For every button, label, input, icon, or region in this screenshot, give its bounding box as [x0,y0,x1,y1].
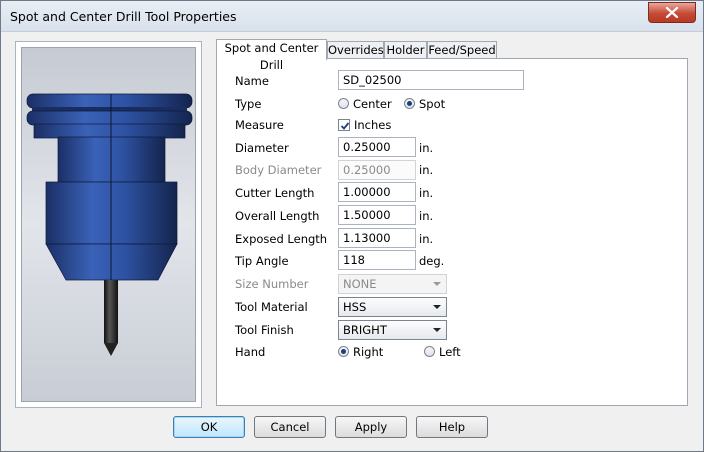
tool-shank [104,280,118,343]
cutter-length-label: Cutter Length [235,186,315,200]
window-title: Spot and Center Drill Tool Properties [10,9,237,24]
cutter-length-unit: in. [419,186,434,200]
body-diameter-input: 0.25000 [338,160,416,180]
properties-panel: Name SD_02500 Type Center Spot Measure I… [216,58,688,406]
name-label: Name [235,74,269,88]
size-number-select: NONE [338,274,447,294]
size-number-value: NONE [343,277,377,291]
hand-left-label: Left [439,345,461,359]
exposed-length-input[interactable]: 1.13000 [338,228,416,248]
tab-feed-speed[interactable]: Feed/Speed [427,41,497,58]
exposed-length-unit: in. [419,232,434,246]
tool-finish-label: Tool Finish [235,323,294,337]
exposed-length-label: Exposed Length [235,232,328,246]
diameter-label: Diameter [235,141,289,155]
checkmark-icon [340,122,350,130]
tool-preview-frame [15,41,202,408]
body-diameter-label: Body Diameter [235,163,322,177]
tip-angle-unit: deg. [419,254,445,268]
tool-preview [21,47,196,402]
tool-material-value: HSS [343,300,367,314]
title-bar[interactable]: Spot and Center Drill Tool Properties [1,1,703,32]
tool-material-label: Tool Material [235,300,308,314]
hand-right-radio[interactable] [338,346,349,357]
type-spot-label: Spot [419,97,446,111]
tab-holder[interactable]: Holder [384,41,427,58]
measure-label: Measure [235,118,284,132]
tool-flange-top [26,93,193,109]
tool-finish-value: BRIGHT [343,323,387,337]
type-spot-radio[interactable] [404,98,415,109]
hand-right-label: Right [353,345,384,359]
help-button[interactable]: Help [416,416,488,438]
spot-drill-tool-illustration [26,93,193,356]
type-label: Type [235,97,262,111]
tool-flange-bottom [26,110,193,126]
apply-button[interactable]: Apply [335,416,407,438]
tip-angle-input[interactable]: 118 [338,250,416,270]
type-center-radio[interactable] [338,98,349,109]
hand-label: Hand [235,345,266,359]
overall-length-label: Overall Length [235,209,320,223]
cutter-length-input[interactable]: 1.00000 [338,182,416,202]
chevron-down-icon [433,328,441,332]
ok-button[interactable]: OK [173,416,245,438]
chevron-down-icon [433,282,441,286]
diameter-unit: in. [419,141,434,155]
measure-inches-label: Inches [354,118,392,132]
size-number-label: Size Number [235,277,309,291]
body-diameter-unit: in. [419,163,434,177]
type-center-label: Center [353,97,392,111]
hand-left-radio[interactable] [424,346,435,357]
dialog-window: Spot and Center Drill Tool Properties Sp… [0,0,704,452]
diameter-input[interactable]: 0.25000 [338,137,416,157]
overall-length-unit: in. [419,209,434,223]
measure-inches-checkbox[interactable] [338,119,350,131]
name-input[interactable]: SD_02500 [338,70,524,90]
tab-spot-and-center-drill[interactable]: Spot and Center Drill [216,39,327,72]
close-icon [665,7,679,18]
overall-length-input[interactable]: 1.50000 [338,205,416,225]
tip-angle-label: Tip Angle [235,254,289,268]
tool-finish-select[interactable]: BRIGHT [338,320,447,340]
chevron-down-icon [433,305,441,309]
close-button[interactable] [648,2,696,23]
tab-overrides[interactable]: Overrides [327,41,384,58]
tool-material-select[interactable]: HSS [338,297,447,317]
cancel-button[interactable]: Cancel [254,416,326,438]
tool-neck [33,123,186,139]
tool-tip [104,343,118,356]
